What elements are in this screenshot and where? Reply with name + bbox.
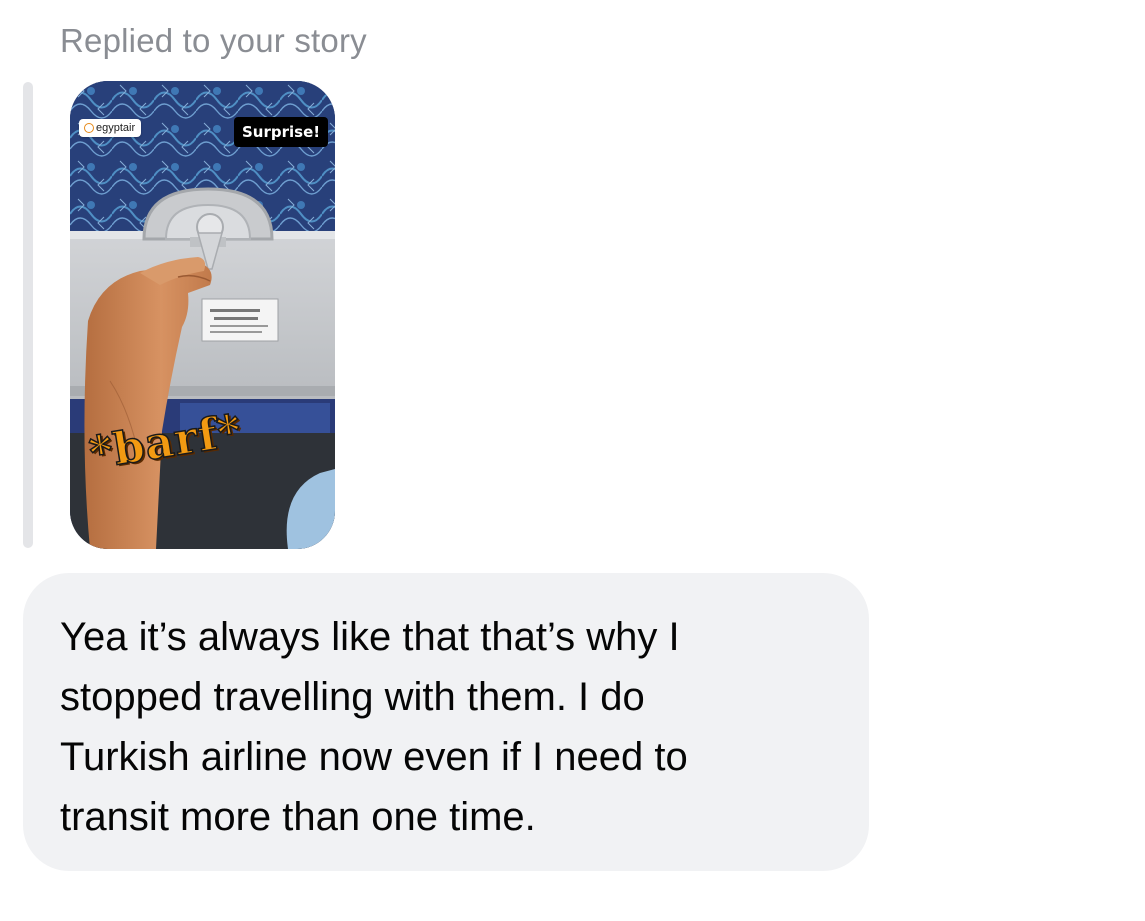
message-text: Yea it’s always like that that’s why I s… bbox=[60, 607, 860, 847]
story-photo bbox=[70, 81, 335, 549]
replied-to-story-label: Replied to your story bbox=[60, 22, 367, 59]
message-bubble[interactable]: Yea it’s always like that that’s why I s… bbox=[23, 573, 869, 871]
mention-at-icon bbox=[84, 123, 94, 133]
message-line: Yea it’s always like that that’s why I bbox=[60, 615, 680, 659]
surprise-sticker: Surprise! bbox=[234, 117, 329, 147]
message-line: transit more than one time. bbox=[60, 795, 536, 839]
story-thumbnail[interactable]: egyptair Surprise! *barf* bbox=[70, 81, 335, 549]
story-handle: egyptair bbox=[96, 122, 136, 134]
reply-quote-bar bbox=[23, 82, 33, 548]
message-line: Turkish airline now even if I need to bbox=[60, 735, 688, 779]
message-line: stopped travelling with them. I do bbox=[60, 675, 645, 719]
story-mention-sticker[interactable]: egyptair bbox=[79, 119, 142, 137]
